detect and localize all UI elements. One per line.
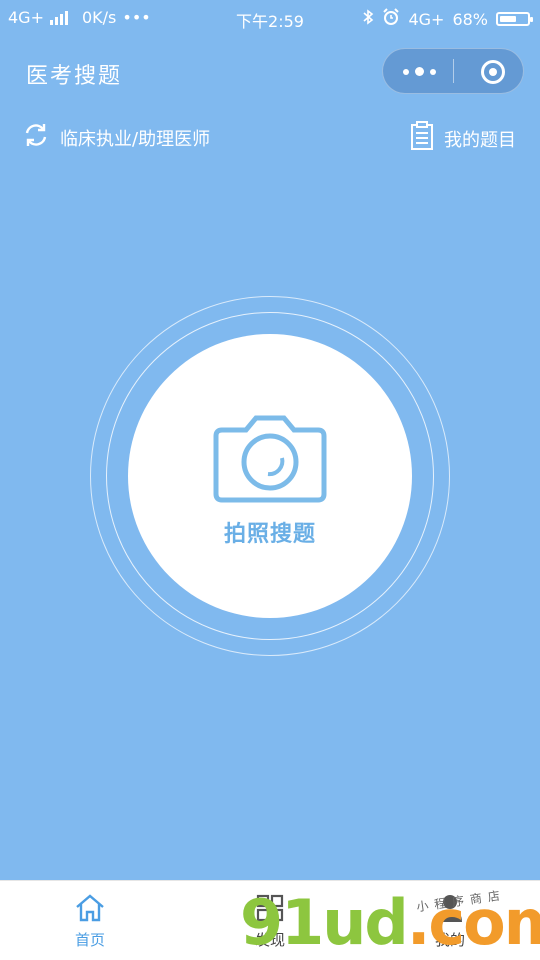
refresh-icon: [22, 121, 50, 154]
status-bar: 4G+ 0K/s ••• 下午2:59 4G+ 68%: [0, 0, 540, 36]
switch-category-button[interactable]: 临床执业/助理医师: [22, 121, 210, 154]
bluetooth-icon: [362, 9, 374, 29]
my-questions-button[interactable]: 我的题目: [410, 121, 516, 156]
page-title: 医考搜题: [26, 64, 123, 89]
battery-percent: 68%: [452, 9, 488, 29]
close-program-button[interactable]: [481, 60, 505, 84]
watermark-logo: 91ud.com 小程序商店: [240, 888, 540, 960]
tab-home[interactable]: 首页: [30, 893, 150, 950]
sub-toolbar: 临床执业/助理医师 我的题目: [0, 118, 540, 156]
network-type-2: 4G+: [408, 9, 445, 29]
home-icon: [30, 893, 150, 925]
camera-icon: [212, 410, 328, 508]
my-questions-label: 我的题目: [444, 129, 516, 151]
photo-search-button[interactable]: 拍照搜题: [128, 334, 412, 618]
capsule-divider: [453, 59, 454, 83]
battery-icon: [496, 12, 533, 26]
photo-search-label: 拍照搜题: [223, 522, 316, 547]
tab-home-label: 首页: [74, 931, 105, 949]
mini-program-capsule: [382, 48, 524, 94]
more-menu-button[interactable]: [403, 67, 436, 76]
category-label: 临床执业/助理医师: [60, 128, 211, 150]
clipboard-icon: [410, 121, 434, 156]
alarm-icon: [382, 8, 400, 30]
clock: 下午2:59: [236, 12, 304, 31]
